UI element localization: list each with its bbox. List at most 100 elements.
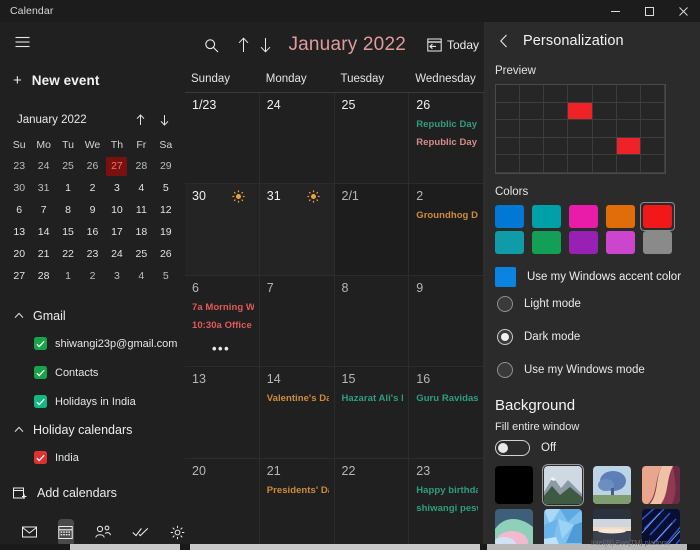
mini-calendar-day[interactable]: 9 (80, 201, 104, 220)
calendar-day-cell[interactable]: 23 Happy birthday shiwangi peswani (409, 458, 484, 550)
mini-calendar-day[interactable]: 13 (7, 223, 31, 242)
color-swatch[interactable] (495, 205, 524, 228)
calendar-checkbox[interactable] (34, 366, 47, 379)
mini-calendar-day[interactable]: 1 (56, 179, 80, 198)
mini-calendar-day[interactable]: 2 (80, 179, 104, 198)
background-thumbnail-abstract-ribbon[interactable] (642, 466, 680, 504)
next-period-icon[interactable] (257, 31, 275, 59)
calendar-day-cell[interactable]: 9 (409, 275, 484, 368)
mini-calendar-day[interactable]: 31 (31, 179, 55, 198)
calendar-day-cell[interactable]: 6 7a Morning Walk 10:30a Office ••• (185, 275, 260, 368)
mini-calendar-day[interactable]: 4 (129, 179, 153, 198)
calendar-list-item[interactable]: Holidays in India (0, 387, 185, 416)
mini-calendar-day[interactable]: 19 (154, 223, 178, 242)
mini-calendar-day[interactable]: 21 (31, 245, 55, 264)
previous-period-icon[interactable] (234, 31, 252, 59)
mini-calendar-day[interactable]: 15 (56, 223, 80, 242)
fill-entire-window-toggle[interactable] (495, 440, 530, 456)
hamburger-icon[interactable] (4, 26, 40, 58)
mini-calendar-day[interactable]: 28 (31, 267, 55, 286)
mini-calendar-day[interactable]: 6 (7, 201, 31, 220)
theme-mode-option[interactable]: Use my Windows mode (485, 353, 700, 386)
calendar-checkbox[interactable] (34, 337, 47, 350)
taskbar-window-1[interactable] (70, 544, 180, 550)
more-events-button[interactable]: ••• (192, 342, 254, 355)
mini-calendar-day[interactable]: 24 (31, 157, 55, 176)
color-swatch[interactable] (640, 202, 675, 231)
use-windows-accent-row[interactable]: Use my Windows accent color (485, 267, 700, 287)
calendar-day-cell[interactable]: 13 (185, 367, 260, 459)
theme-mode-option[interactable]: Light mode (485, 287, 700, 320)
mini-calendar-day[interactable]: 29 (154, 157, 178, 176)
mini-calendar-day[interactable]: 14 (31, 223, 55, 242)
calendar-day-cell[interactable]: 22 (334, 458, 410, 550)
color-swatch[interactable] (606, 231, 635, 254)
calendar-event[interactable]: Valentine's Day (267, 393, 329, 405)
mini-calendar-day[interactable]: 25 (56, 157, 80, 176)
calendar-month-title[interactable]: January 2022 (288, 34, 406, 56)
mini-calendar-day[interactable]: 26 (80, 157, 104, 176)
calendar-day-cell[interactable]: 20 (185, 458, 260, 550)
background-thumbnail-mountain-sunrise[interactable] (542, 464, 584, 506)
calendar-day-cell[interactable]: 31 (259, 184, 335, 276)
gear-icon[interactable] (170, 519, 185, 546)
calendar-day-cell[interactable]: 2 Groundhog Day (409, 184, 484, 276)
color-swatch[interactable] (569, 231, 598, 254)
today-button[interactable]: Today (422, 32, 484, 58)
calendar-group-header[interactable]: Holiday calendars (0, 416, 185, 443)
mail-icon[interactable] (22, 519, 38, 546)
taskbar-window-2[interactable] (190, 544, 480, 550)
calendar-event[interactable]: Hazarat Ali's Birthday (342, 393, 404, 405)
tasks-icon[interactable] (132, 519, 149, 546)
calendar-event[interactable]: shiwangi peswani (416, 503, 478, 515)
minimize-button[interactable] (598, 0, 632, 22)
mini-calendar-day[interactable]: 16 (80, 223, 104, 242)
people-icon[interactable] (94, 519, 111, 546)
radio-button[interactable] (497, 295, 513, 312)
calendar-day-cell[interactable]: 16 Guru Ravidas Jayanti (409, 367, 484, 459)
color-swatch[interactable] (606, 205, 635, 228)
calendar-event[interactable]: Guru Ravidas Jayanti (416, 393, 478, 405)
calendar-event[interactable]: 10:30a Office (192, 320, 254, 332)
background-thumbnail-pastel-curve[interactable] (495, 509, 533, 547)
radio-button[interactable] (497, 361, 513, 378)
calendar-event[interactable]: Presidents' Day (267, 485, 329, 497)
color-swatch[interactable] (495, 231, 524, 254)
calendar-day-cell[interactable]: 21 Presidents' Day (259, 458, 335, 550)
color-swatch[interactable] (532, 231, 561, 254)
calendar-icon[interactable] (58, 518, 74, 546)
new-event-button[interactable]: + New event (13, 67, 185, 93)
mini-calendar-day[interactable]: 3 (105, 267, 129, 286)
mini-calendar-day[interactable]: 1 (56, 267, 80, 286)
calendar-checkbox[interactable] (34, 395, 47, 408)
calendar-day-cell[interactable]: 30 (185, 184, 260, 276)
mini-calendar-day[interactable]: 5 (154, 179, 178, 198)
mini-calendar-day[interactable]: 22 (56, 245, 80, 264)
maximize-button[interactable] (632, 0, 666, 22)
mini-calendar-day[interactable]: 20 (7, 245, 31, 264)
mini-calendar-day[interactable]: 5 (154, 267, 178, 286)
calendar-day-cell[interactable]: 14 Valentine's Day (259, 367, 335, 459)
mini-calendar-day[interactable]: 27 (105, 157, 129, 176)
mini-prev-month-icon[interactable] (131, 111, 149, 129)
calendar-list-item[interactable]: India (0, 443, 185, 472)
mini-calendar-day[interactable]: 8 (56, 201, 80, 220)
background-thumbnail-solid-black[interactable] (495, 466, 533, 504)
radio-button[interactable] (497, 328, 513, 345)
calendar-day-cell[interactable]: 8 (334, 275, 410, 368)
mini-calendar-day[interactable]: 26 (154, 245, 178, 264)
calendar-list-item[interactable]: shiwangi23p@gmail.com (0, 329, 185, 358)
mini-calendar-day[interactable]: 10 (105, 201, 129, 220)
calendar-event[interactable]: 7a Morning Walk (192, 302, 254, 314)
mini-calendar-day[interactable]: 23 (80, 245, 104, 264)
mini-calendar-day[interactable]: 27 (7, 267, 31, 286)
color-swatch[interactable] (569, 205, 598, 228)
mini-calendar-day[interactable]: 25 (129, 245, 153, 264)
mini-calendar-day[interactable]: 28 (129, 157, 153, 176)
mini-calendar-day[interactable]: 2 (80, 267, 104, 286)
mini-calendar-day[interactable]: 7 (31, 201, 55, 220)
calendar-day-cell[interactable]: 25 (334, 93, 410, 185)
calendar-day-cell[interactable]: 2/1 (334, 184, 410, 276)
mini-calendar-day[interactable]: 23 (7, 157, 31, 176)
color-swatch[interactable] (532, 205, 561, 228)
